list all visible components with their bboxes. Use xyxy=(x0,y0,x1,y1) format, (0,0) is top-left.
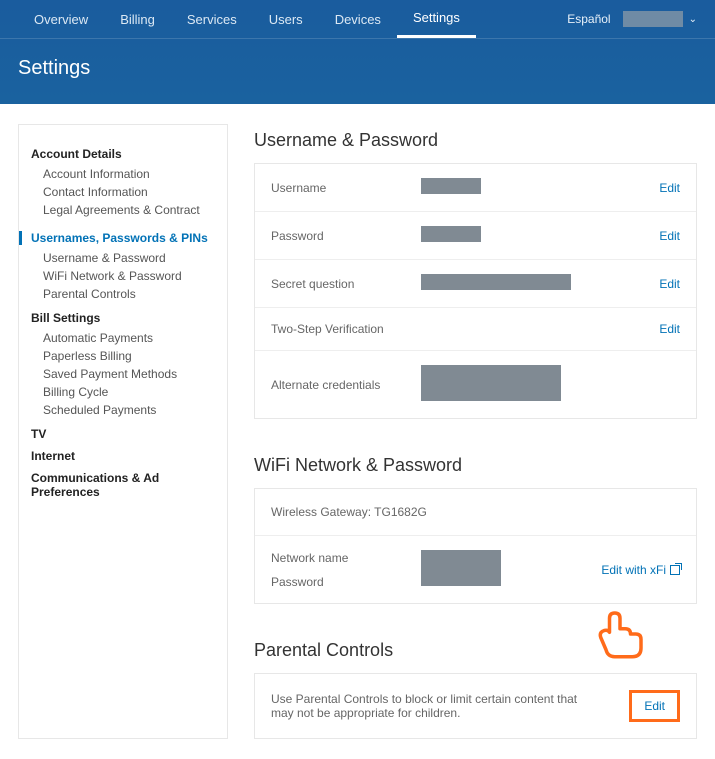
language-toggle[interactable]: Español xyxy=(561,2,616,36)
value-alternate-credentials-redacted xyxy=(421,365,561,401)
label-alternate-credentials: Alternate credentials xyxy=(271,378,421,392)
chevron-down-icon[interactable]: ⌄ xyxy=(689,14,697,25)
edit-with-xfi-link[interactable]: Edit with xFi xyxy=(601,563,680,577)
nav-overview[interactable]: Overview xyxy=(18,2,104,37)
parental-controls-edit-highlight: Edit xyxy=(629,690,680,722)
sidebar: Account Details Account Information Cont… xyxy=(18,124,228,739)
sidebar-link-account-information[interactable]: Account Information xyxy=(31,165,215,183)
sidebar-link-paperless-billing[interactable]: Paperless Billing xyxy=(31,347,215,365)
edit-secret-question-link[interactable]: Edit xyxy=(659,277,680,291)
value-password-redacted xyxy=(421,226,481,242)
label-wifi-password: Password xyxy=(271,575,421,589)
nav-users[interactable]: Users xyxy=(253,2,319,37)
nav-settings[interactable]: Settings xyxy=(397,0,476,38)
edit-username-link[interactable]: Edit xyxy=(659,181,680,195)
nav-billing[interactable]: Billing xyxy=(104,2,171,37)
parental-controls-card: Use Parental Controls to block or limit … xyxy=(254,673,697,739)
sidebar-link-legal-agreements[interactable]: Legal Agreements & Contract xyxy=(31,201,215,219)
value-username-redacted xyxy=(421,178,481,194)
user-name-redacted xyxy=(623,11,683,27)
sidebar-link-scheduled-payments[interactable]: Scheduled Payments xyxy=(31,401,215,419)
section-title-parental-controls: Parental Controls xyxy=(254,640,697,661)
label-two-step-verification: Two-Step Verification xyxy=(271,322,421,336)
edit-two-step-link[interactable]: Edit xyxy=(659,322,680,336)
nav-services[interactable]: Services xyxy=(171,2,253,37)
parental-controls-description: Use Parental Controls to block or limit … xyxy=(271,692,629,720)
nav-devices[interactable]: Devices xyxy=(319,2,397,37)
sidebar-link-parental-controls[interactable]: Parental Controls xyxy=(31,285,215,303)
sidebar-link-username-password[interactable]: Username & Password xyxy=(31,249,215,267)
sidebar-head-bill-settings[interactable]: Bill Settings xyxy=(31,311,215,325)
sidebar-head-tv[interactable]: TV xyxy=(31,427,215,441)
label-secret-question: Secret question xyxy=(271,277,421,291)
section-title-wifi: WiFi Network & Password xyxy=(254,455,697,476)
value-secret-question-redacted xyxy=(421,274,571,290)
sidebar-head-usernames-passwords-pins[interactable]: Usernames, Passwords & PINs xyxy=(31,231,215,245)
sidebar-link-billing-cycle[interactable]: Billing Cycle xyxy=(31,383,215,401)
sidebar-link-contact-information[interactable]: Contact Information xyxy=(31,183,215,201)
section-title-username-password: Username & Password xyxy=(254,130,697,151)
label-network-name: Network name xyxy=(271,551,421,565)
top-nav: Overview Billing Services Users Devices … xyxy=(0,0,715,39)
label-wireless-gateway: Wireless Gateway: xyxy=(271,505,371,519)
sidebar-head-communications-ad-preferences[interactable]: Communications & Ad Preferences xyxy=(31,471,215,499)
page-title: Settings xyxy=(0,39,715,104)
label-password: Password xyxy=(271,229,421,243)
wifi-card: Wireless Gateway: TG1682G Network name P… xyxy=(254,488,697,604)
sidebar-head-account-details[interactable]: Account Details xyxy=(31,147,215,161)
value-wireless-gateway-model: TG1682G xyxy=(374,505,427,519)
username-password-card: Username Edit Password Edit Secret quest… xyxy=(254,163,697,419)
edit-parental-controls-link[interactable]: Edit xyxy=(644,699,665,713)
edit-password-link[interactable]: Edit xyxy=(659,229,680,243)
value-wifi-redacted xyxy=(421,550,501,586)
sidebar-head-internet[interactable]: Internet xyxy=(31,449,215,463)
external-link-icon xyxy=(670,565,680,575)
sidebar-link-saved-payment-methods[interactable]: Saved Payment Methods xyxy=(31,365,215,383)
sidebar-link-wifi-network-password[interactable]: WiFi Network & Password xyxy=(31,267,215,285)
sidebar-link-automatic-payments[interactable]: Automatic Payments xyxy=(31,329,215,347)
label-username: Username xyxy=(271,181,421,195)
